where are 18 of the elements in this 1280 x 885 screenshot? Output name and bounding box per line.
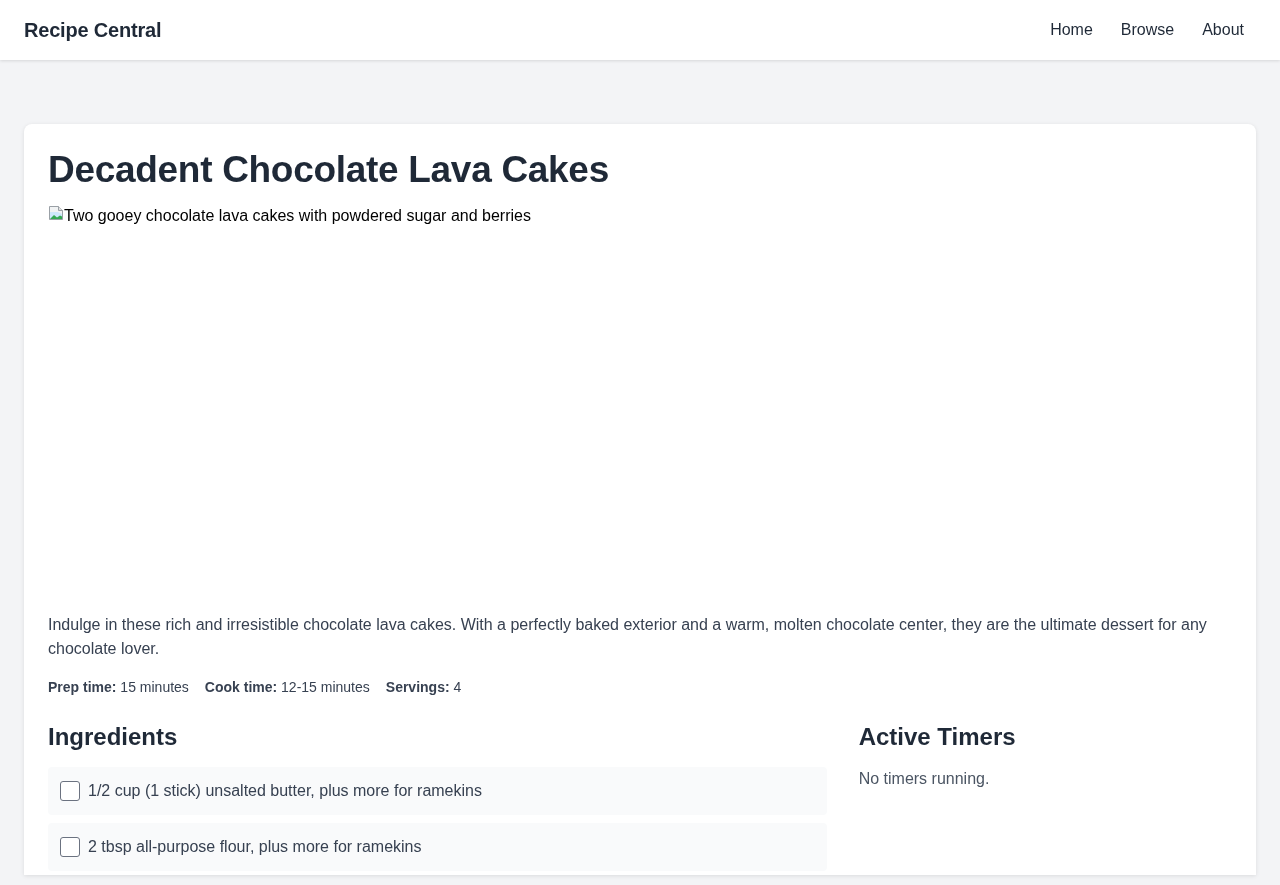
recipe-meta-text: Prep time: 15 minutes bbox=[48, 678, 189, 698]
recipe-description: Indulge in these rich and irresistible chocolate lava cakes. With a perfectly baked exterior and a warm, molten chocolate center, they are the ultimate dessert for any chocolate lover. bbox=[48, 615, 1208, 660]
recipe-title: Decadent Chocolate Lava Cakes bbox=[48, 148, 610, 192]
ingredient-checkbox[interactable] bbox=[60, 781, 80, 802]
nav-link[interactable]: About bbox=[1188, 12, 1258, 48]
ingredients-heading: Ingredients bbox=[48, 722, 179, 752]
timers-heading: Active Timers bbox=[858, 722, 1017, 752]
recipe-meta-text: Servings: 4 bbox=[385, 678, 462, 698]
nav-link[interactable]: Browse bbox=[1106, 12, 1189, 48]
ingredient-row[interactable]: 1/2 cup (1 stick) unsalted butter, plus more for ramekins bbox=[48, 767, 827, 816]
ingredient-checkbox[interactable] bbox=[60, 837, 80, 858]
broken-image-icon bbox=[48, 205, 64, 222]
recipe-meta-text: Cook time: 12-15 minutes bbox=[204, 678, 370, 698]
no-timers-text: No timers running. bbox=[858, 769, 991, 790]
nav-link[interactable]: Home bbox=[1036, 12, 1107, 48]
brand-link[interactable]: Recipe Central bbox=[24, 15, 162, 45]
image-alt-text: Two gooey chocolate lava cakes with powdered sugar and berries bbox=[64, 206, 531, 227]
ingredient-row[interactable]: 2 tbsp all-purpose flour, plus more for ramekins bbox=[48, 823, 827, 872]
